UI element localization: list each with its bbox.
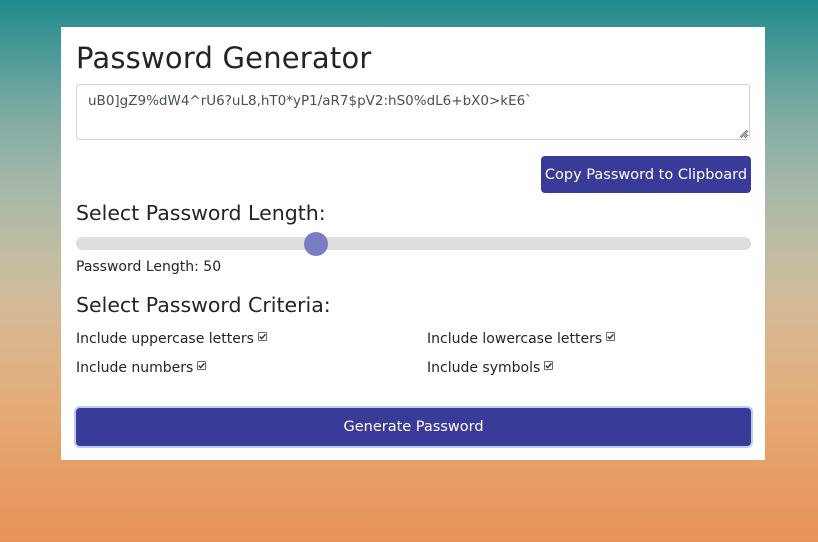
criteria-lowercase: Include lowercase letters — [427, 331, 616, 347]
password-length-slider-track[interactable] — [76, 237, 751, 250]
uppercase-checkbox[interactable] — [257, 331, 267, 341]
criteria-numbers: Include numbers — [76, 360, 207, 376]
password-length-slider-thumb[interactable] — [303, 232, 328, 256]
resize-grip-icon[interactable] — [738, 128, 748, 138]
password-output-field[interactable] — [76, 84, 750, 140]
check-icon — [545, 362, 553, 369]
page-title: Password Generator — [76, 41, 372, 75]
lowercase-checkbox[interactable] — [606, 331, 616, 341]
criteria-symbols: Include symbols — [427, 360, 554, 376]
check-icon — [198, 362, 206, 369]
symbols-checkbox[interactable] — [544, 360, 554, 370]
check-icon — [607, 333, 615, 340]
length-section-heading: Select Password Length: — [76, 201, 326, 225]
criteria-lowercase-label: Include lowercase letters — [427, 331, 603, 347]
numbers-checkbox[interactable] — [197, 360, 207, 370]
criteria-numbers-label: Include numbers — [76, 360, 194, 376]
criteria-section-heading: Select Password Criteria: — [76, 293, 331, 317]
generate-password-button[interactable]: Generate Password — [76, 408, 751, 446]
criteria-uppercase: Include uppercase letters — [76, 331, 267, 347]
password-length-label: Password Length: 50 — [76, 259, 222, 275]
criteria-symbols-label: Include symbols — [427, 360, 541, 376]
password-generator-card: Password Generator Copy Password to Clip… — [61, 27, 765, 460]
copy-password-button[interactable]: Copy Password to Clipboard — [541, 156, 751, 193]
check-icon — [259, 333, 266, 340]
criteria-uppercase-label: Include uppercase letters — [76, 331, 254, 347]
